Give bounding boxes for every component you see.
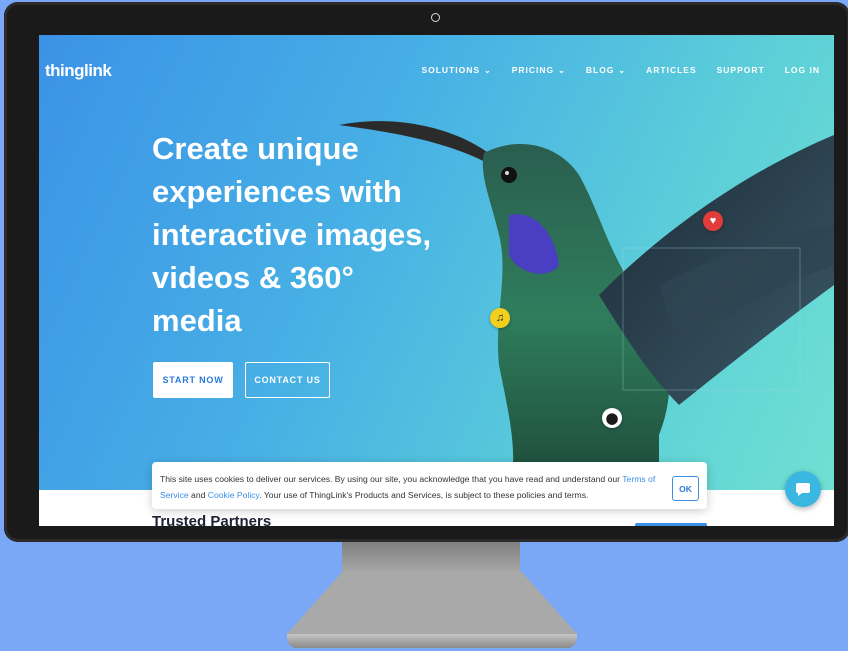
monitor-neck [342, 542, 520, 572]
hero-headline: Create unique experiences with interacti… [152, 131, 432, 338]
nav-item-blog[interactable]: BLOG ⌄ [586, 65, 626, 75]
nav-label: ARTICLES [646, 65, 697, 75]
cookie-text: This site uses cookies to deliver our se… [160, 474, 656, 500]
cookie-ok-button[interactable]: OK [672, 476, 699, 501]
nav-item-login[interactable]: LOG IN [785, 65, 820, 75]
screen: thinglink SOLUTIONS ⌄ PRICING ⌄ BLOG ⌄ A… [39, 35, 834, 526]
nav-label: BLOG [585, 65, 615, 75]
partner-button[interactable] [635, 523, 707, 526]
chat-button[interactable] [785, 471, 821, 507]
cookie-banner: This site uses cookies to deliver our se… [152, 462, 707, 509]
main-nav: SOLUTIONS ⌄ PRICING ⌄ BLOG ⌄ ARTICLES SU… [401, 65, 820, 75]
nav-item-articles[interactable]: ARTICLES [646, 65, 697, 75]
chevron-down-icon: ⌄ [618, 65, 627, 75]
thinglink-logo[interactable]: thinglink [45, 61, 112, 81]
nav-item-pricing[interactable]: PRICING ⌄ [512, 65, 566, 75]
location-pin-icon[interactable]: ⬤ [602, 408, 622, 428]
nav-item-support[interactable]: SUPPORT [717, 65, 765, 75]
monitor-base [287, 634, 577, 648]
nav-label: SOLUTIONS [421, 65, 481, 75]
contact-us-button[interactable]: CONTACT US [245, 362, 330, 398]
nav-label: PRICING [511, 65, 555, 75]
chevron-down-icon: ⌄ [558, 65, 566, 75]
camera-icon [431, 13, 440, 22]
hero-section: thinglink SOLUTIONS ⌄ PRICING ⌄ BLOG ⌄ A… [39, 35, 834, 490]
monitor-stand [287, 572, 577, 634]
nav-label: LOG IN [784, 65, 820, 75]
music-note-icon[interactable]: ♫ [490, 308, 510, 328]
chevron-down-icon: ⌄ [484, 65, 492, 75]
partners-heading: Trusted Partners [152, 513, 272, 526]
start-now-button[interactable]: START NOW [153, 362, 233, 398]
heart-icon[interactable]: ♥ [703, 211, 723, 231]
chat-bubble-icon [796, 483, 810, 496]
cookie-policy-link[interactable]: Cookie Policy [208, 490, 259, 500]
nav-item-solutions[interactable]: SOLUTIONS ⌄ [421, 65, 491, 75]
nav-label: SUPPORT [716, 65, 765, 75]
